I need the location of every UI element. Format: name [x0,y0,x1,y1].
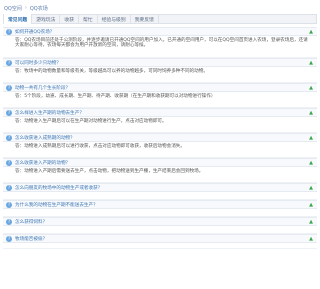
faq-question-text: 怎么收获进入成熟期的动物？ [15,135,75,141]
faq-question[interactable]: ? 怎么收获进入成熟期的动物？ ▲ [3,133,317,142]
faq-question-text: 怎么收获进入产期的动物？ [15,160,71,166]
faq-question[interactable]: ? 怎么样进入生产期的动物去生产？ ▲ [3,108,317,117]
faq-answer: 答：5个阶段，幼崽、成长期、生产期、待产期、收获期（在生产期和收获期可以对动物进… [3,92,317,108]
tab-feedback[interactable]: 我要反馈 [131,14,159,24]
tab-gameplay[interactable]: 游戏玩法 [32,14,61,24]
up-arrow-icon[interactable]: ▲ [308,185,314,191]
up-arrow-icon[interactable]: ▲ [308,219,314,225]
faq-answer: 答：牧场中的动物数量和等级有关，等级越高可以养的动物越多，可同时饲养多种不同的动… [3,67,317,83]
question-icon: ? [6,218,12,225]
breadcrumb: QQ空间 › QQ农场 [4,4,48,12]
breadcrumb-qzone[interactable]: QQ空间 [4,5,22,12]
faq-question-text: 动物一共有几个生长阶段？ [15,85,71,91]
faq-question[interactable]: ? 怎么向朋友的牧场中的动物生产或者收获？ ▲ [3,183,317,192]
faq-answer [3,243,317,249]
faq-answer [3,209,317,217]
tab-bar: 常见问题 游戏玩法 收获 帮忙 经验与级别 我要反馈 [3,14,317,24]
question-icon: ? [6,201,12,208]
faq-answer [3,226,317,234]
question-icon: ? [6,84,12,91]
faq-answer: 答：动物进入成熟期后可以进行收获，点击对应动物即可收获，收获后动物会消失。 [3,142,317,158]
tab-faq[interactable]: 常见问题 [4,14,33,24]
up-arrow-icon[interactable]: ▲ [308,202,314,208]
question-icon: ? [6,235,12,242]
faq-question[interactable]: ? 怎么收获进入产期的动物？ ▲ [3,158,317,167]
faq-question-text: 怎么样进入生产期的动物去生产？ [15,110,84,116]
faq-question-text: 牧场能否被偷？ [15,236,48,242]
question-icon: ? [6,28,12,35]
faq-question[interactable]: ? 如何开通QQ农场？ ▲ [3,27,317,36]
faq-question[interactable]: ? 为什么我的动物在生产期不能送去生产？ ▲ [3,200,317,209]
faq-question[interactable]: ? 牧场能否被偷？ ▲ [3,234,317,243]
up-arrow-icon[interactable]: ▲ [308,110,314,116]
question-icon: ? [6,159,12,166]
question-icon: ? [6,109,12,116]
tab-help[interactable]: 帮忙 [79,14,98,24]
faq-question-text: 如何开通QQ农场？ [15,29,55,35]
faq-question-text: 可以同时多少只动物？ [15,60,61,66]
faq-question-text: 为什么我的动物在生产期不能送去生产？ [15,202,98,208]
up-arrow-icon[interactable]: ▲ [308,29,314,35]
breadcrumb-farm[interactable]: QQ农场 [30,5,48,12]
question-icon: ? [6,184,12,191]
question-icon: ? [6,134,12,141]
tab-harvest[interactable]: 收获 [60,14,80,24]
tab-experience[interactable]: 经验与级别 [98,14,131,24]
faq-answer: 答：动物进入生产期后可以在生产期对动物进行生产，点击对应动物即可。 [3,117,317,133]
faq-question-text: 怎么获得饲料？ [15,219,48,225]
faq-question-text: 怎么向朋友的牧场中的动物生产或者收获？ [15,185,103,191]
faq-question[interactable]: ? 可以同时多少只动物？ ▲ [3,58,317,67]
question-icon: ? [6,59,12,66]
faq-question[interactable]: ? 怎么获得饲料？ ▲ [3,217,317,226]
up-arrow-icon[interactable]: ▲ [308,85,314,91]
faq-answer: 答：动物进入产期后需要送去生产，点击动物，把动物送到生产棚，生产结束后会回到牧场… [3,167,317,183]
up-arrow-icon[interactable]: ▲ [308,236,314,242]
faq-list: ? 如何开通QQ农场？ ▲ 答：QQ农场目前还处于公测阶段，并逐步邀请已开通QQ… [3,27,317,249]
up-arrow-icon[interactable]: ▲ [308,60,314,66]
up-arrow-icon[interactable]: ▲ [308,160,314,166]
up-arrow-icon[interactable]: ▲ [308,135,314,141]
breadcrumb-separator: › [24,5,27,11]
faq-answer [3,192,317,200]
faq-answer: 答：QQ农场目前还处于公测阶段，并逐步邀请已开通QQ空间的用户加入。已开通的空间… [3,36,317,58]
faq-question[interactable]: ? 动物一共有几个生长阶段？ ▲ [3,83,317,92]
